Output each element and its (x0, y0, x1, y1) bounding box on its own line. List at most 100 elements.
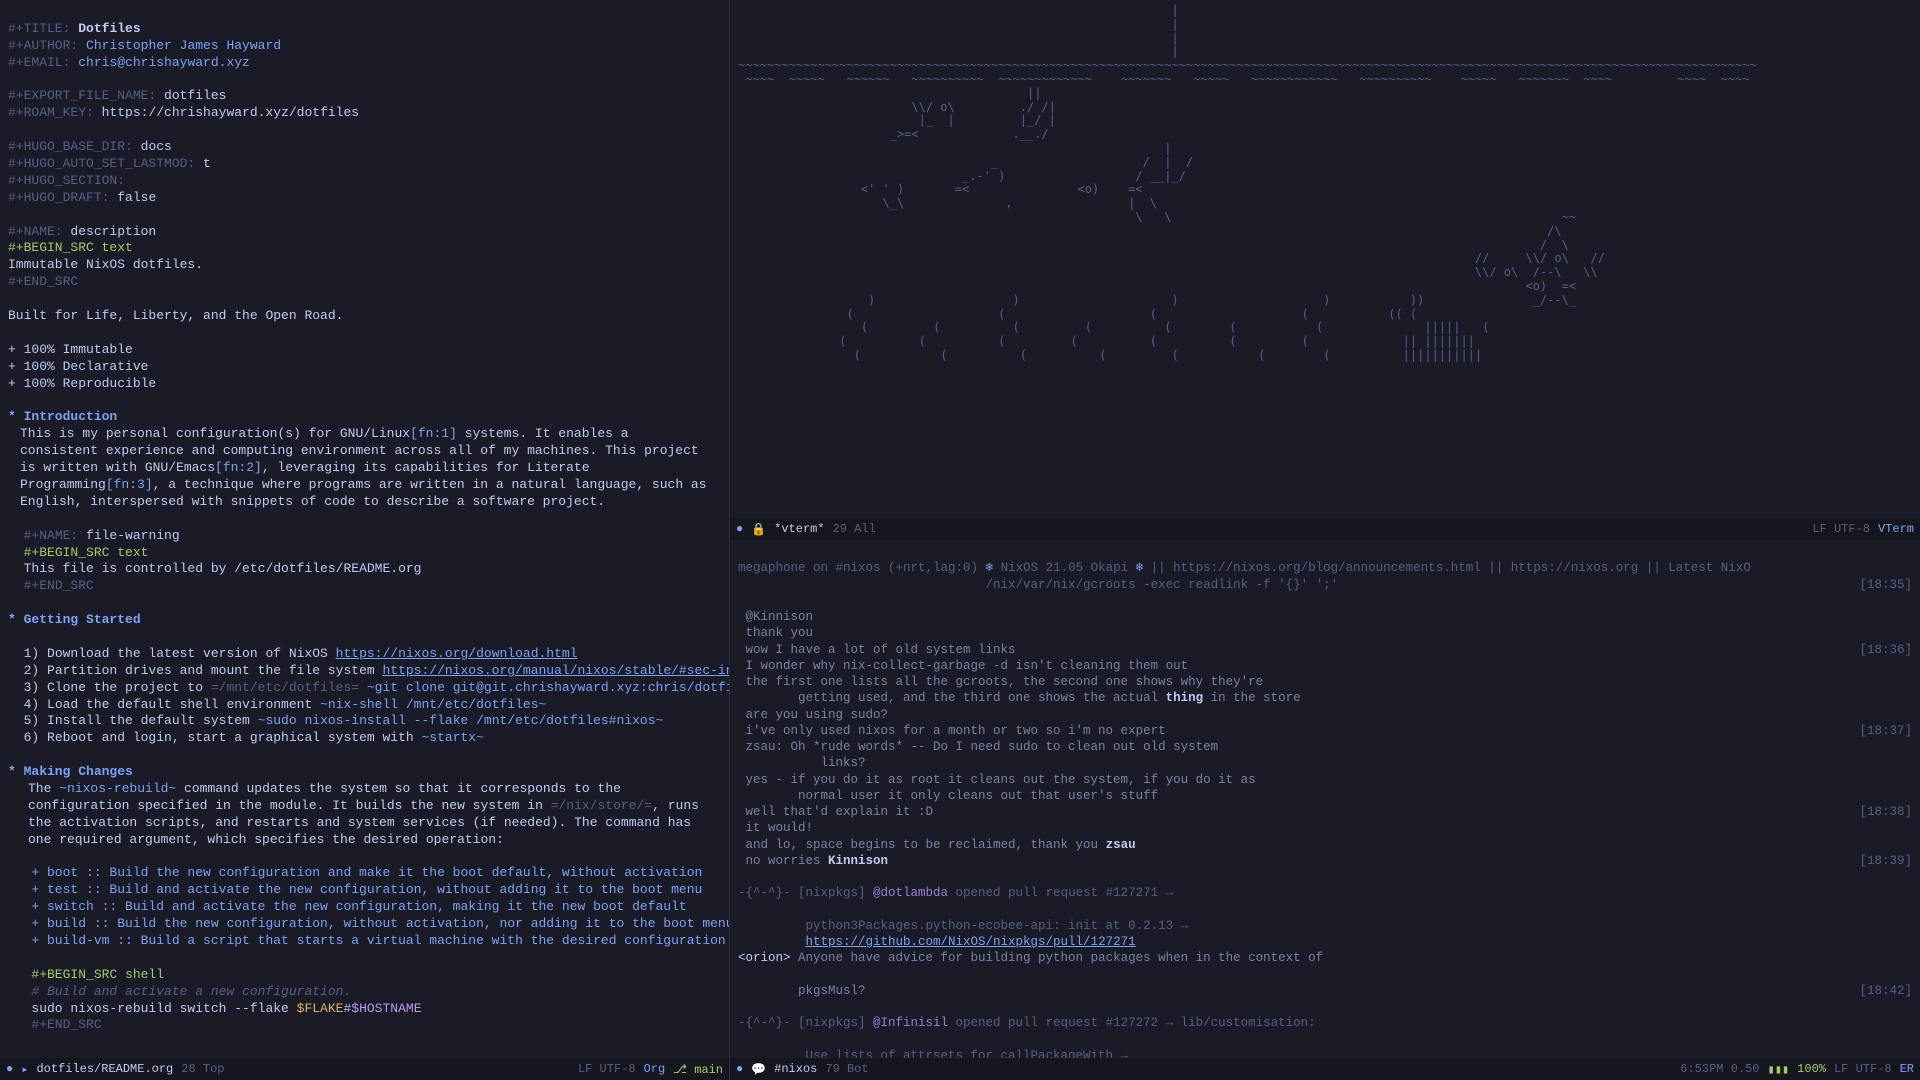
major-mode[interactable]: VTerm (1878, 522, 1914, 536)
ts: [18:42] (1859, 983, 1912, 999)
nixos-icon: ❄ (1136, 561, 1144, 575)
pr2-a: -{^-^}- [nixpkgs] (738, 1015, 873, 1031)
erc-buffer[interactable]: megaphone on #nixos (+nrt,lag:0) ❄ NixOS… (730, 540, 1920, 1080)
position: 79 Bot (825, 1062, 868, 1076)
irc-text: getting used, and the third one shows th… (738, 690, 1166, 706)
modeline-erc: ● 💬 #nixos 79 Bot 6:53PM 0.50 ▮▮▮ 100% L… (730, 1058, 1920, 1080)
irc-message: the first one lists all the gcroots, the… (738, 674, 1912, 690)
intro-para: This is my personal configuration(s) for… (8, 426, 708, 510)
orion-msg2: pkgsMusl? (738, 983, 866, 999)
irc-text: the first one lists all the gcroots, the… (738, 674, 1263, 690)
irc-text: @Kinnison (738, 609, 813, 625)
step2-a: 2) Partition drives and mount the file s… (24, 663, 383, 678)
irc-message: well that'd explain it :D[18:38] (738, 804, 1912, 820)
irc-text: and lo, space begins to be reclaimed, th… (738, 837, 1106, 853)
pr1-user: @dotlambda (873, 885, 948, 901)
irc-message: links? (738, 755, 1912, 771)
step4-a: 4) Load the default shell environment (24, 697, 320, 712)
irc-timestamp: [18:38] (1859, 804, 1912, 820)
fn2[interactable]: [fn:2] (215, 460, 262, 475)
step3-a: 3) Clone the project to (24, 680, 211, 695)
heading-getting-started[interactable]: * Getting Started (8, 612, 141, 627)
org-content[interactable]: #+TITLE: Dotfiles #+AUTHOR: Christopher … (8, 4, 721, 426)
begin-src-3: #+BEGIN_SRC shell (31, 967, 164, 982)
encoding: LF UTF-8 (1834, 1062, 1892, 1076)
file-warning-block: #+NAME: file-warning #+BEGIN_SRC text Th… (8, 511, 721, 781)
export-v: dotfiles (164, 88, 226, 103)
src-comment: # Build and activate a new configuration… (31, 984, 351, 999)
irc-message: wow I have a lot of old system links [18:… (738, 642, 1912, 658)
buffer-name[interactable]: dotfiles/README.org (36, 1062, 173, 1076)
fn1[interactable]: [fn:1] (410, 426, 457, 441)
chat-icon: 💬 (751, 1062, 766, 1077)
hdraft-v: false (117, 190, 156, 205)
nixos-icon: ❄ (986, 561, 994, 575)
pr2-user: @Infinisil (873, 1015, 948, 1031)
irc-message: thank you (738, 625, 1912, 641)
step5-cmd: ~sudo nixos-install --flake /mnt/etc/dot… (258, 713, 664, 728)
partition-link[interactable]: https://nixos.org/manual/nixos/stable/#s… (382, 663, 730, 678)
irc-text: wow I have a lot of old system links (738, 642, 1016, 658)
begin-src-2: #+BEGIN_SRC text (24, 545, 149, 560)
modeline-vterm: ● 🔒 *vterm* 29 All LF UTF-8 VTerm (730, 518, 1920, 540)
irc-message: getting used, and the third one shows th… (738, 690, 1912, 706)
major-mode[interactable]: ER (1900, 1062, 1914, 1076)
op-build: + build :: Build the new configuration, … (31, 916, 730, 931)
hlast-v: t (203, 156, 211, 171)
lock-icon: 🔒 (751, 522, 766, 537)
circle-icon: ● (6, 1062, 13, 1076)
irc-text: normal user it only cleans out that user… (738, 788, 1158, 804)
fn3[interactable]: [fn:3] (106, 477, 153, 492)
irc-timestamp: [18:39] (1859, 853, 1912, 869)
download-link[interactable]: https://nixos.org/download.html (336, 646, 578, 661)
buffer-name[interactable]: *vterm* (774, 522, 824, 536)
step6-cmd: ~startx~ (421, 730, 483, 745)
irc-text: i've only used nixos for a month or two … (738, 723, 1166, 739)
kw-name2: #+NAME: (24, 528, 79, 543)
position: 28 Top (181, 1062, 224, 1076)
irc-text: no worries (738, 853, 828, 869)
org-buffer[interactable]: #+TITLE: Dotfiles #+AUTHOR: Christopher … (0, 0, 730, 1080)
op-boot: + boot :: Build the new configuration an… (31, 865, 702, 880)
step4-cmd: ~nix-shell /mnt/etc/dotfiles~ (320, 697, 546, 712)
modeline-org: ● ▸ dotfiles/README.org 28 Top LF UTF-8 … (0, 1058, 729, 1080)
folder-icon: ▸ (21, 1062, 28, 1077)
irc-header2: /nix/var/nix/gcroots -exec readlink -f '… (738, 577, 1338, 593)
pr1-link[interactable]: https://github.com/NixOS/nixpkgs/pull/12… (806, 935, 1136, 949)
battery-pct: 100% (1797, 1062, 1826, 1076)
irc-message: yes - if you do it as root it cleans out… (738, 772, 1912, 788)
irc-log[interactable]: @Kinnison thank you wow I have a lot of … (738, 609, 1912, 869)
irc-message: zsau: Oh *rude words* -- Do I need sudo … (738, 739, 1912, 755)
name1-v: description (70, 224, 156, 239)
irc-timestamp: [18:36] (1859, 642, 1912, 658)
title: Dotfiles (78, 21, 140, 36)
irc-content[interactable]: megaphone on #nixos (+nrt,lag:0) ❄ NixOS… (738, 544, 1912, 1080)
circle-icon: ● (736, 1062, 743, 1076)
vterm-buffer[interactable]: | | | | ~~~~~~~~~~~~ (730, 0, 1920, 540)
pr1-a: -{^-^}- [nixpkgs] (738, 885, 873, 901)
kw-email: #+EMAIL: (8, 55, 70, 70)
heading-making-changes[interactable]: * Making Changes (8, 764, 133, 779)
step6-a: 6) Reboot and login, start a graphical s… (24, 730, 422, 745)
irc-message: i've only used nixos for a month or two … (738, 723, 1912, 739)
name2-v: file-warning (86, 528, 180, 543)
op-build-vm: + build-vm :: Build a script that starts… (31, 933, 725, 948)
vcs-branch[interactable]: ⎇ main (673, 1062, 723, 1077)
flake-var: $FLAKE (297, 1001, 344, 1016)
irc-message: normal user it only cleans out that user… (738, 788, 1912, 804)
email: chris@chrishayward.xyz (78, 55, 250, 70)
irc-text: are you using sudo? (738, 707, 888, 723)
nix-store-path: =/nix/store/= (551, 798, 652, 813)
buffer-name[interactable]: #nixos (774, 1062, 817, 1076)
major-mode[interactable]: Org (644, 1062, 666, 1076)
heading-intro[interactable]: * Introduction (8, 409, 117, 424)
bullet-2: + 100% Declarative (8, 359, 148, 374)
battery-icon: ▮▮▮ (1767, 1062, 1789, 1077)
clock: 6:53PM 0.50 (1680, 1062, 1759, 1076)
irc-message: and lo, space begins to be reclaimed, th… (738, 837, 1912, 853)
end-src-3: #+END_SRC (31, 1017, 101, 1032)
irc-header-c: || https://nixos.org/blog/announcements.… (1143, 561, 1751, 575)
hostname-var: $HOSTNAME (351, 1001, 421, 1016)
pr2-b: opened pull request #127272 → lib/custom… (948, 1015, 1316, 1031)
irc-text: links? (738, 755, 866, 771)
